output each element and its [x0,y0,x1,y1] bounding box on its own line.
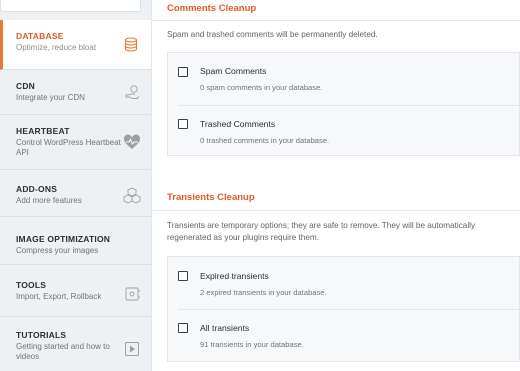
sidebar-item-subtitle: Getting started and how to videos [16,342,110,361]
sidebar-item-tutorials[interactable]: TUTORIALS Getting started and how to vid… [0,318,151,371]
option-label: Spam Comments [200,66,267,76]
sidebar-item-title: IMAGE OPTIMIZATION [16,234,111,244]
spam-comments-checkbox[interactable] [178,67,188,77]
expired-transients-checkbox[interactable] [178,271,188,281]
sidebar-top-card [0,0,141,12]
sidebar-item-database[interactable]: DATABASE Optimize, reduce bloat [0,20,151,70]
main-panel: Comments Cleanup Spam and trashed commen… [152,0,520,371]
sidebar: DATABASE Optimize, reduce bloat CDN Inte… [0,0,152,371]
cubes-icon [123,187,141,204]
comments-section-description: Spam and trashed comments will be perman… [167,30,378,39]
heartbeat-icon [123,134,141,149]
section-divider [152,210,520,211]
sidebar-item-subtitle: Integrate your CDN [16,93,85,102]
sidebar-item-subtitle: Add more features [16,196,82,205]
sidebar-item-tools[interactable]: TOOLS Import, Export, Rollback [0,266,151,317]
option-detail: 0 trashed comments in your database. [200,136,330,145]
option-row-spam-comments[interactable]: Spam Comments 0 spam comments in your da… [168,53,519,105]
option-detail: 91 transients in your database. [200,340,304,349]
all-transients-checkbox[interactable] [178,323,188,333]
tools-icon [125,287,140,301]
trashed-comments-checkbox[interactable] [178,119,188,129]
option-detail: 2 expired transients in your database. [200,288,327,297]
cdn-hand-icon [125,85,140,99]
option-row-all-transients[interactable]: All transients 91 transients in your dat… [168,310,519,362]
transients-section-title: Transients Cleanup [167,192,255,203]
option-label: Expired transients [200,271,269,281]
option-label: Trashed Comments [200,119,276,129]
section-divider [152,20,520,21]
database-icon [124,37,138,52]
sidebar-item-image-optimization[interactable]: IMAGE OPTIMIZATION Compress your images [0,218,151,265]
sidebar-item-subtitle: Optimize, reduce bloat [16,43,97,52]
sidebar-item-heartbeat[interactable]: HEARTBEAT Control WordPress Heartbeat AP… [0,116,151,170]
sidebar-item-subtitle: Compress your images [16,246,99,255]
sidebar-item-cdn[interactable]: CDN Integrate your CDN [0,71,151,115]
sidebar-item-subtitle: Import, Export, Rollback [16,292,102,301]
option-label: All transients [200,323,250,333]
comments-options-box: Spam Comments 0 spam comments in your da… [167,52,520,156]
sidebar-item-addons[interactable]: ADD-ONS Add more features [0,171,151,217]
option-row-trashed-comments[interactable]: Trashed Comments 0 trashed comments in y… [168,106,519,156]
play-icon [125,342,139,356]
option-row-expired-transients[interactable]: Expired transients 2 expired transients … [168,257,519,309]
transients-section-description: Transients are temporary options; they a… [167,221,476,242]
transients-options-box: Expired transients 2 expired transients … [167,256,520,362]
sidebar-item-subtitle: Control WordPress Heartbeat API [16,138,121,157]
comments-section-title: Comments Cleanup [167,3,257,14]
option-detail: 0 spam comments in your database. [200,83,323,92]
